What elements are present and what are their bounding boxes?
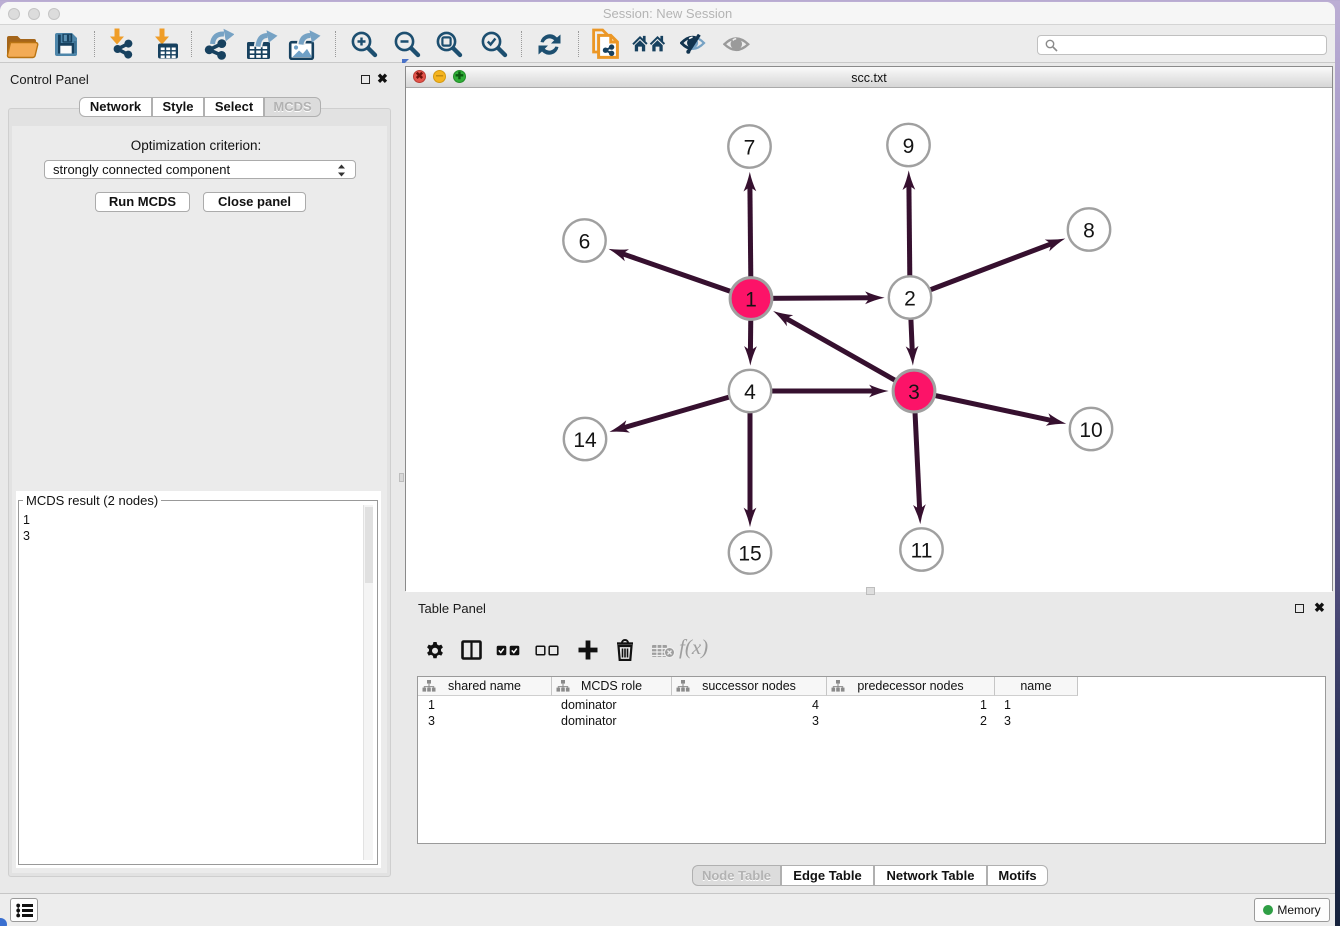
svg-text:7: 7 <box>744 137 756 160</box>
svg-text:4: 4 <box>744 381 756 404</box>
svg-text:3: 3 <box>908 381 920 404</box>
svg-text:6: 6 <box>579 231 591 254</box>
svg-text:11: 11 <box>911 540 933 563</box>
svg-text:9: 9 <box>903 135 915 158</box>
svg-text:2: 2 <box>904 288 916 311</box>
svg-text:10: 10 <box>1079 419 1102 442</box>
svg-text:8: 8 <box>1083 220 1095 243</box>
svg-text:1: 1 <box>745 289 757 312</box>
svg-text:14: 14 <box>573 429 597 452</box>
svg-text:15: 15 <box>738 543 761 566</box>
